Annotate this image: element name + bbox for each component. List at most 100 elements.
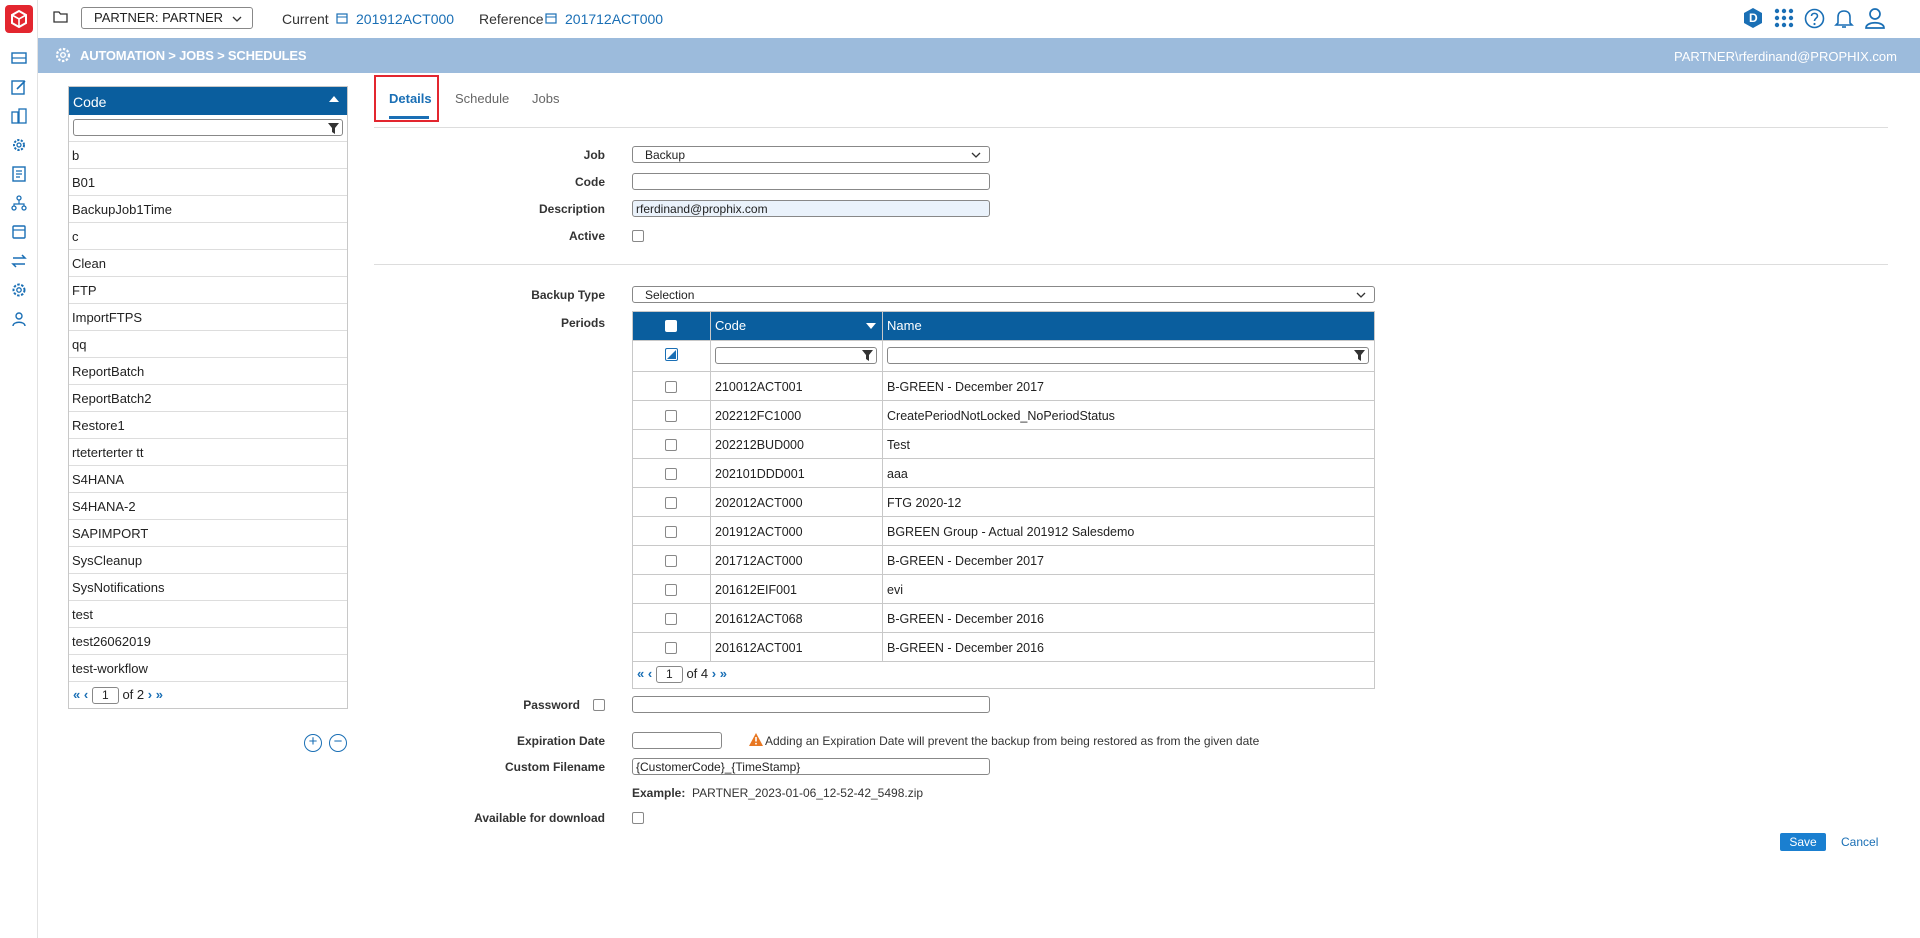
table-row[interactable]: 201612ACT001 B-GREEN - December 2016: [633, 632, 1374, 661]
list-item[interactable]: Clean: [69, 250, 347, 277]
row-checkbox[interactable]: [665, 526, 677, 538]
list-item[interactable]: S4HANA: [69, 466, 347, 493]
list-item[interactable]: SysCleanup: [69, 547, 347, 574]
help-icon[interactable]: [1804, 8, 1825, 32]
remove-icon[interactable]: −: [329, 734, 347, 752]
folder-icon[interactable]: [53, 10, 68, 26]
tab-jobs[interactable]: Jobs: [532, 91, 559, 106]
reference-period-link[interactable]: 201712ACT000: [565, 11, 663, 27]
code-input[interactable]: [632, 173, 990, 190]
select-all-checkbox[interactable]: [665, 320, 677, 332]
row-checkbox[interactable]: [665, 584, 677, 596]
user-badge-icon[interactable]: D: [1743, 7, 1763, 29]
last-page-icon[interactable]: »: [720, 666, 727, 681]
first-page-icon[interactable]: «: [73, 687, 80, 702]
table-row[interactable]: 202101DDD001 aaa: [633, 458, 1374, 487]
table-row[interactable]: 202212FC1000 CreatePeriodNotLocked_NoPer…: [633, 400, 1374, 429]
table-row[interactable]: 210012ACT001 B-GREEN - December 2017: [633, 371, 1374, 400]
list-item[interactable]: test26062019: [69, 628, 347, 655]
tab-details[interactable]: Details: [389, 91, 432, 106]
transfer-arrows-icon[interactable]: [9, 251, 29, 271]
list-item[interactable]: ReportBatch2: [69, 385, 347, 412]
row-checkbox[interactable]: [665, 410, 677, 422]
list-item[interactable]: SysNotifications: [69, 574, 347, 601]
buildings-icon[interactable]: [9, 106, 29, 126]
prev-page-icon[interactable]: ‹: [84, 687, 88, 702]
prev-page-icon[interactable]: ‹: [648, 666, 652, 681]
first-page-icon[interactable]: «: [637, 666, 644, 681]
list-item[interactable]: test: [69, 601, 347, 628]
database-icon[interactable]: [9, 222, 29, 242]
filter-state-checkbox[interactable]: [665, 348, 678, 361]
list-item[interactable]: SAPIMPORT: [69, 520, 347, 547]
filter-icon[interactable]: [862, 350, 873, 361]
edit-sheet-icon[interactable]: [9, 77, 29, 97]
page-number-input[interactable]: 1: [655, 666, 683, 684]
row-checkbox[interactable]: [665, 468, 677, 480]
row-checkbox[interactable]: [665, 555, 677, 567]
filter-icon[interactable]: [1354, 350, 1365, 361]
available-download-checkbox[interactable]: [632, 812, 644, 824]
backup-type-select[interactable]: Selection: [632, 286, 1375, 303]
list-item[interactable]: S4HANA-2: [69, 493, 347, 520]
current-period-link[interactable]: 201912ACT000: [356, 11, 454, 27]
settings-gear-icon[interactable]: [9, 280, 29, 300]
save-button[interactable]: Save: [1780, 833, 1826, 851]
filter-icon[interactable]: [328, 122, 339, 134]
chevron-down-icon: [1356, 288, 1366, 302]
dashboard-icon[interactable]: [9, 48, 29, 68]
password-checkbox[interactable]: [593, 699, 605, 711]
hierarchy-icon[interactable]: [9, 193, 29, 213]
list-item[interactable]: BackupJob1Time: [69, 196, 347, 223]
code-filter-input[interactable]: [73, 119, 343, 136]
row-checkbox[interactable]: [665, 613, 677, 625]
page-number-input[interactable]: 1: [91, 687, 119, 705]
code-filter-input[interactable]: [715, 347, 877, 364]
list-item[interactable]: qq: [69, 331, 347, 358]
expiration-date-input[interactable]: [632, 732, 722, 749]
description-input[interactable]: rferdinand@prophix.com: [632, 200, 990, 217]
custom-filename-input[interactable]: {CustomerCode}_{TimeStamp}: [632, 758, 990, 775]
add-icon[interactable]: +: [304, 734, 322, 752]
tab-schedule[interactable]: Schedule: [455, 91, 509, 106]
table-row[interactable]: 201612EIF001 evi: [633, 574, 1374, 603]
list-item[interactable]: ReportBatch: [69, 358, 347, 385]
code-column-header[interactable]: Code: [69, 87, 347, 115]
last-page-icon[interactable]: »: [156, 687, 163, 702]
row-checkbox[interactable]: [665, 642, 677, 654]
list-item[interactable]: rteterterter tt: [69, 439, 347, 466]
row-checkbox[interactable]: [665, 381, 677, 393]
name-filter-input[interactable]: [887, 347, 1369, 364]
next-page-icon[interactable]: ›: [712, 666, 716, 681]
user-profile-icon[interactable]: [1864, 7, 1886, 32]
list-item[interactable]: ImportFTPS: [69, 304, 347, 331]
name-column-header[interactable]: Name: [883, 312, 1374, 340]
automation-gear-icon[interactable]: [9, 135, 29, 155]
table-row[interactable]: 201712ACT000 B-GREEN - December 2017: [633, 545, 1374, 574]
active-checkbox[interactable]: [632, 230, 644, 242]
table-row[interactable]: 201612ACT068 B-GREEN - December 2016: [633, 603, 1374, 632]
password-input[interactable]: [632, 696, 990, 713]
job-select[interactable]: Backup: [632, 146, 990, 163]
list-item[interactable]: test-workflow: [69, 655, 347, 682]
apps-grid-icon[interactable]: [1774, 8, 1794, 31]
partner-select[interactable]: PARTNER: PARTNER: [81, 7, 253, 29]
notifications-bell-icon[interactable]: [1834, 8, 1854, 32]
row-checkbox[interactable]: [665, 439, 677, 451]
list-item[interactable]: c: [69, 223, 347, 250]
app-logo-icon[interactable]: [5, 5, 33, 33]
table-row[interactable]: 201912ACT000 BGREEN Group - Actual 20191…: [633, 516, 1374, 545]
list-item[interactable]: B01: [69, 169, 347, 196]
code-column-header[interactable]: Code: [711, 312, 883, 340]
next-page-icon[interactable]: ›: [148, 687, 152, 702]
row-checkbox[interactable]: [665, 497, 677, 509]
list-item[interactable]: b: [69, 142, 347, 169]
user-settings-icon[interactable]: [9, 309, 29, 329]
cancel-button[interactable]: Cancel: [1841, 835, 1878, 849]
document-list-icon[interactable]: [9, 164, 29, 184]
row-check-cell: [633, 546, 711, 574]
list-item[interactable]: Restore1: [69, 412, 347, 439]
list-item[interactable]: FTP: [69, 277, 347, 304]
table-row[interactable]: 202012ACT000 FTG 2020-12: [633, 487, 1374, 516]
table-row[interactable]: 202212BUD000 Test: [633, 429, 1374, 458]
